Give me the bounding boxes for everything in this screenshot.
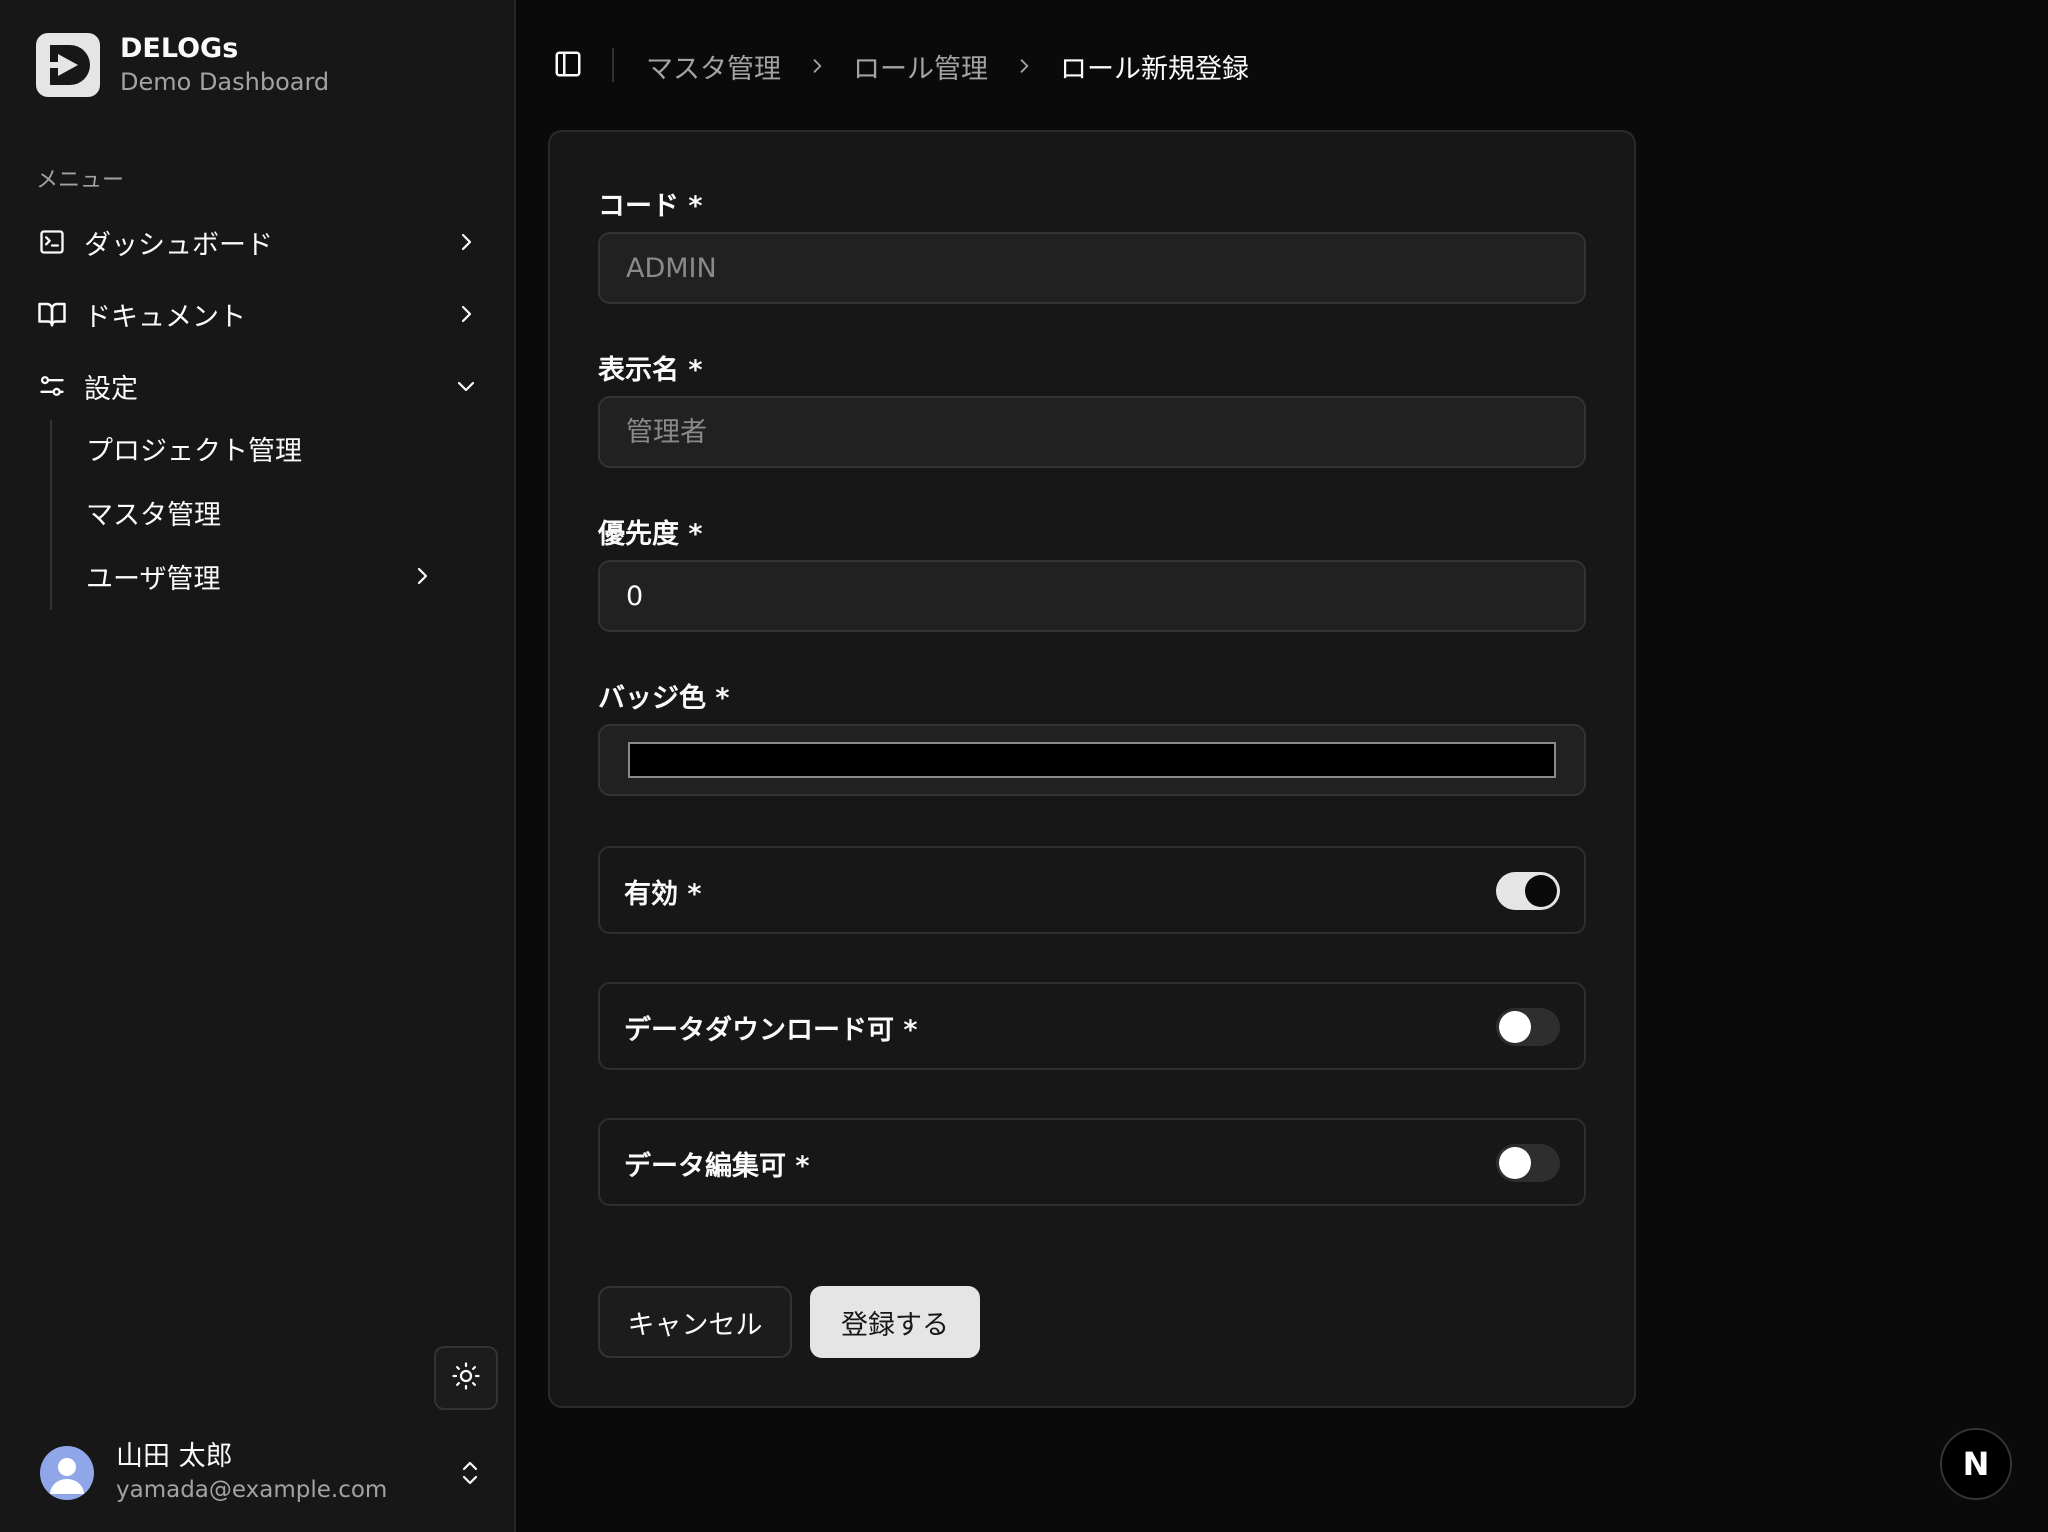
active-switch[interactable] — [1496, 872, 1560, 910]
priority-input[interactable] — [598, 560, 1586, 632]
avatar — [40, 1446, 94, 1500]
breadcrumb-current: ロール新規登録 — [1060, 53, 1249, 85]
display-name-input[interactable] — [598, 396, 1586, 468]
chevron-right-icon — [807, 56, 827, 76]
chevron-down-icon — [450, 370, 482, 402]
switch-label: データダウンロード可 * — [624, 1015, 918, 1046]
brand-logo — [36, 33, 100, 97]
sidebar-subitem-users[interactable]: ユーザ管理 — [86, 552, 438, 600]
chevrons-up-down-icon — [454, 1453, 486, 1493]
edit-switch[interactable] — [1496, 1144, 1560, 1182]
switch-label: 有効 * — [624, 879, 702, 910]
user-email: yamada@example.com — [116, 1477, 388, 1503]
nextjs-dev-badge[interactable]: N — [1940, 1428, 2012, 1500]
brand[interactable]: DELOGs Demo Dashboard — [36, 32, 329, 98]
badge-color-picker[interactable] — [598, 724, 1586, 796]
sidebar: DELOGs Demo Dashboard メニュー ダッシュボード ドキュメン… — [0, 0, 516, 1532]
breadcrumb-item[interactable]: マスタ管理 — [646, 47, 781, 86]
settings-sliders-icon — [36, 370, 68, 402]
breadcrumb: マスタ管理 ロール管理 ロール新規登録 — [646, 44, 1249, 88]
chevron-right-icon — [406, 560, 438, 592]
switch-row-download: データダウンロード可 * — [598, 982, 1586, 1070]
sidebar-item-settings[interactable]: 設定 — [36, 358, 482, 414]
chevron-right-icon — [450, 226, 482, 258]
book-open-icon — [36, 298, 68, 330]
display-name-label: 表示名 * — [598, 355, 703, 386]
switch-label: データ編集可 * — [624, 1151, 810, 1182]
switch-row-edit: データ編集可 * — [598, 1118, 1586, 1206]
panel-left-icon — [553, 49, 583, 83]
sidebar-item-label: ダッシュボード — [84, 229, 273, 261]
priority-label: 優先度 * — [598, 519, 703, 550]
sidebar-item-documents[interactable]: ドキュメント — [36, 286, 482, 342]
sidebar-item-dashboard[interactable]: ダッシュボード — [36, 214, 482, 270]
sidebar-toggle-button[interactable] — [550, 48, 586, 84]
chevron-right-icon — [1014, 56, 1034, 76]
sidebar-subitem-projects[interactable]: プロジェクト管理 — [86, 424, 438, 472]
terminal-square-icon — [36, 226, 68, 258]
brand-name: DELOGs — [120, 33, 239, 64]
submenu-guide-line — [50, 420, 52, 610]
sun-icon — [451, 1361, 481, 1395]
user-name: 山田 太郎 — [116, 1441, 233, 1472]
role-form-card: コード * 表示名 * 優先度 * バッジ色 * 有効 * データダウンロード可… — [548, 130, 1636, 1408]
brand-subtitle: Demo Dashboard — [120, 68, 330, 96]
sidebar-item-label: ドキュメント — [84, 301, 246, 333]
badge-color-label: バッジ色 * — [598, 683, 730, 714]
submit-button[interactable]: 登録する — [810, 1286, 980, 1358]
download-switch[interactable] — [1496, 1008, 1560, 1046]
color-swatch[interactable] — [628, 742, 1556, 778]
user-menu[interactable]: 山田 太郎 yamada@example.com — [40, 1436, 486, 1510]
switch-row-active: 有効 * — [598, 846, 1586, 934]
code-label: コード * — [598, 191, 703, 222]
cancel-button[interactable]: キャンセル — [598, 1286, 792, 1358]
code-input[interactable] — [598, 232, 1586, 304]
header-divider — [612, 48, 614, 82]
sidebar-subitem-label: ユーザ管理 — [86, 563, 221, 595]
sidebar-item-label: 設定 — [84, 373, 138, 405]
sidebar-subitem-master[interactable]: マスタ管理 — [86, 488, 438, 536]
theme-toggle-button[interactable] — [434, 1346, 498, 1410]
chevron-right-icon — [450, 298, 482, 330]
menu-section-label: メニュー — [36, 168, 125, 193]
breadcrumb-item[interactable]: ロール管理 — [853, 47, 988, 86]
